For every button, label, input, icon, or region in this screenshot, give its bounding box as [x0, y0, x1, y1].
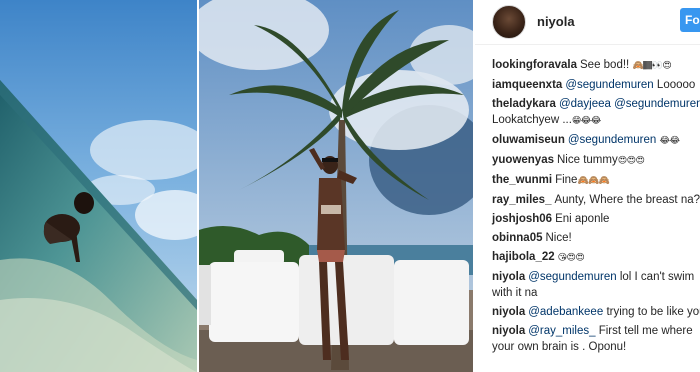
comment-username[interactable]: niyola [492, 306, 525, 318]
comment-item: obinna05 Nice! [492, 229, 700, 248]
avatar[interactable] [492, 5, 526, 39]
comment-emoji: 🙈🏾👀😍 [632, 61, 672, 71]
comment-text: Nice! [545, 232, 572, 244]
comment-username[interactable]: niyola [492, 325, 525, 337]
comment-mention[interactable]: @segundemuren [565, 79, 653, 91]
comment-emoji: 😁😂😂 [571, 116, 601, 126]
comment-emoji: 🙈🙈🙈 [577, 176, 610, 186]
comment-text: Lookatchyew ... [492, 114, 572, 126]
comment-item: theladykara @dayjeea @segundemuren Lookat… [492, 96, 700, 129]
comment-item: oluwamiseun @segundemuren 😂😂 [492, 131, 700, 151]
comment-text: See bod!! [580, 59, 630, 71]
comment-emoji: 😂😂 [659, 136, 680, 146]
comment-item: niyola @ray_miles_ First tell me where yo… [492, 323, 700, 355]
comment-emoji: 😘😍😍 [557, 253, 585, 263]
comment-item: hajibola_22 😘😍😍 [492, 248, 700, 268]
comment-username[interactable]: lookingforavala [492, 59, 577, 71]
comment-mention[interactable]: @segundemuren [568, 134, 656, 146]
comment-username[interactable]: hajibola_22 [492, 251, 555, 263]
comment-mention[interactable]: @adebankeee [528, 306, 603, 318]
comment-username[interactable]: ray_miles_ [492, 194, 551, 206]
comment-mention[interactable]: @ray_miles_ [528, 325, 595, 337]
comment-username[interactable]: the_wunmi [492, 174, 552, 186]
comment-text: Nice tummy [557, 154, 618, 166]
comment-username[interactable]: iamqueenxta [492, 79, 562, 91]
comment-text: Aunty, Where the breast na?.. [554, 194, 700, 206]
comment-item: lookingforavala See bod!! 🙈🏾👀😍 [492, 56, 700, 76]
comment-text: Fine [555, 174, 578, 186]
comment-item: ray_miles_ Aunty, Where the breast na?.. [492, 191, 700, 210]
header-divider [475, 44, 700, 45]
comments-list: lookingforavala See bod!! 🙈🏾👀😍 iamqueenxt… [492, 56, 700, 357]
resort-photo [199, 0, 473, 372]
comment-text: Looooo [656, 79, 696, 91]
comment-mention[interactable]: @dayjeea @segundemuren [559, 98, 700, 110]
beach-photo [0, 0, 197, 372]
comment-text: Eni aponle [555, 213, 610, 225]
post-header: niyola Fo [475, 0, 700, 44]
comment-item: the_wunmi Fine🙈🙈🙈 [492, 171, 700, 191]
comment-emoji: 😍😍😍 [617, 156, 645, 166]
comment-item: niyola @segundemuren lol I can't swim wit… [492, 269, 700, 301]
comment-item: yuowenyas Nice tummy😍😍😍 [492, 151, 700, 171]
comment-item: niyola @adebankeee trying to be like you [492, 303, 700, 322]
comment-username[interactable]: obinna05 [492, 232, 542, 244]
comment-username[interactable]: theladykara [492, 98, 556, 110]
comment-username[interactable]: niyola [492, 271, 525, 283]
comment-username[interactable]: joshjosh06 [492, 213, 552, 225]
comment-username[interactable]: yuowenyas [492, 154, 554, 166]
comment-item: iamqueenxta @segundemuren Looooo [492, 76, 700, 95]
comment-username[interactable]: oluwamiseun [492, 134, 565, 146]
follow-button[interactable]: Fo [680, 8, 700, 32]
comment-item: joshjosh06 Eni aponle [492, 210, 700, 229]
comment-text: trying to be like you [606, 306, 700, 318]
post-username[interactable]: niyola [537, 14, 575, 29]
comment-mention[interactable]: @segundemuren [528, 271, 616, 283]
comment-panel: niyola Fo lookingforavala See bod!! 🙈🏾👀😍 … [475, 0, 700, 372]
